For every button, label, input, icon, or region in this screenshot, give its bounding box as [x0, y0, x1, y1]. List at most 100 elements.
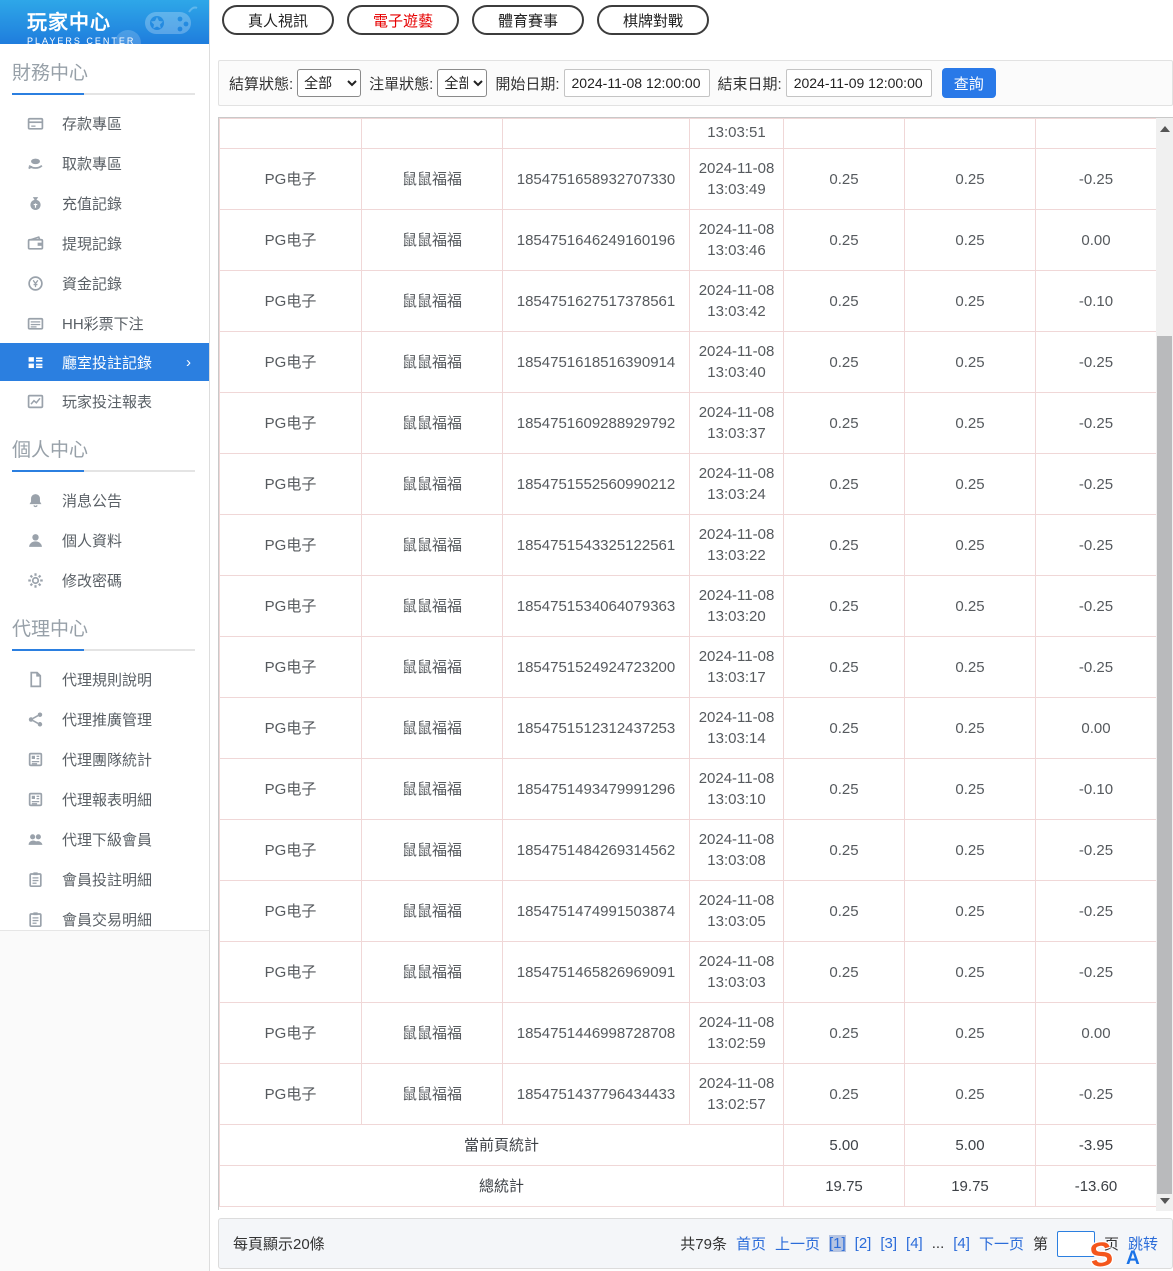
cell-game: 鼠鼠福福	[402, 171, 462, 188]
sidebar-item-label: 修改密碼	[62, 570, 122, 591]
tab-4[interactable]: 棋牌對戰	[597, 5, 709, 35]
share-icon	[26, 710, 44, 728]
sidebar-item[interactable]: 提現記錄	[0, 223, 209, 263]
next-page-link[interactable]: 下一页	[979, 1233, 1024, 1254]
sidebar-item[interactable]: 取款專區	[0, 143, 209, 183]
sidebar-item[interactable]: 充值記錄	[0, 183, 209, 223]
table-row: PG电子鼠鼠福福18547515525609902122024-11-0813:…	[220, 454, 1157, 515]
sidebar-item-label: 消息公告	[62, 490, 122, 511]
sidebar-item[interactable]: 代理下級會員	[0, 819, 209, 859]
cell-order-id: 1854751437796434433	[517, 1086, 676, 1103]
cell-datetime: 2024-11-0813:03:42	[699, 282, 775, 320]
order-status-select[interactable]: 全部	[437, 69, 487, 97]
cell-game: 鼠鼠福福	[402, 354, 462, 371]
cell-bet: 0.25	[829, 537, 858, 554]
sidebar-item[interactable]: 資金記錄	[0, 263, 209, 303]
cell-bet: 0.25	[829, 964, 858, 981]
tab-1[interactable]: 真人視訊	[222, 5, 334, 35]
cell-platform: PG电子	[265, 1086, 317, 1103]
table-row: PG电子鼠鼠福福18547514658269690912024-11-0813:…	[220, 942, 1157, 1003]
sidebar-item-label: 提現記錄	[62, 233, 122, 254]
settle-status-select[interactable]: 全部	[297, 69, 361, 97]
page-link-3[interactable]: [3]	[880, 1235, 897, 1252]
page-link-2[interactable]: [2]	[855, 1235, 872, 1252]
cell-bet: 0.25	[829, 1025, 858, 1042]
cell-valid-bet: 0.25	[955, 964, 984, 981]
tab-2[interactable]: 電子遊藝	[347, 5, 459, 35]
total-count-text: 共79条	[680, 1233, 727, 1254]
chevron-right-icon: ›	[186, 354, 191, 371]
withdraw-icon	[26, 154, 44, 172]
sidebar-item[interactable]: 玩家投注報表	[0, 381, 209, 421]
main-content: 真人視訊電子遊藝體育賽事棋牌對戰 結算狀態: 全部 注單狀態: 全部 開始日期:…	[210, 0, 1173, 1271]
cell-platform: PG电子	[265, 1025, 317, 1042]
sidebar-header: 玩家中心 PLAYERS CENTER	[0, 0, 209, 44]
chart-icon	[26, 392, 44, 410]
cell-platform: PG电子	[265, 476, 317, 493]
cell-order-id: 1854751512312437253	[517, 720, 676, 737]
table-row: PG电子鼠鼠福福18547514842693145622024-11-0813:…	[220, 820, 1157, 881]
vertical-scrollbar[interactable]	[1156, 118, 1173, 1211]
start-date-input[interactable]	[564, 69, 710, 97]
cell-order-id: 1854751646249160196	[517, 232, 676, 249]
sidebar-item[interactable]: 修改密碼	[0, 560, 209, 600]
records-table: 13:03:51PG电子鼠鼠福福18547516589327073302024-…	[219, 118, 1157, 1207]
last-page-link[interactable]: [4]	[953, 1235, 970, 1252]
cell-game: 鼠鼠福福	[402, 293, 462, 310]
cell-valid-bet: 0.25	[955, 781, 984, 798]
cell-order-id: 1854751609288929792	[517, 415, 676, 432]
prev-page-link[interactable]: 上一页	[775, 1233, 820, 1254]
cell-valid-bet: 0.25	[955, 842, 984, 859]
cell-game: 鼠鼠福福	[402, 598, 462, 615]
sidebar-item[interactable]: 代理規則說明	[0, 659, 209, 699]
sidebar-item-label: 充值記錄	[62, 193, 122, 214]
sidebar-item[interactable]: 會員投註明細	[0, 859, 209, 899]
sidebar-item[interactable]: 存款專區	[0, 103, 209, 143]
cell-game: 鼠鼠福福	[402, 415, 462, 432]
cell-datetime: 2024-11-0813:03:40	[699, 343, 775, 381]
end-date-input[interactable]	[786, 69, 932, 97]
cell-order-id: 1854751484269314562	[517, 842, 676, 859]
list-icon	[26, 314, 44, 332]
table-row: PG电子鼠鼠福福18547516185163909142024-11-0813:…	[220, 332, 1157, 393]
summary-label: 當前頁統計	[464, 1137, 539, 1154]
cell-platform: PG电子	[265, 354, 317, 371]
end-date-label: 結束日期:	[718, 73, 782, 94]
cell-winloss: -0.25	[1079, 1086, 1113, 1103]
scroll-up-icon[interactable]	[1156, 120, 1173, 137]
first-page-link[interactable]: 首页	[736, 1233, 766, 1254]
cell-order-id: 1854751658932707330	[517, 171, 676, 188]
sidebar-item[interactable]: 代理報表明細	[0, 779, 209, 819]
goto-page-input[interactable]	[1057, 1231, 1095, 1257]
cell-datetime: 2024-11-0813:03:24	[699, 465, 775, 503]
cell-datetime: 2024-11-0813:03:05	[699, 892, 775, 930]
sidebar-item-label: 廳室投註記錄	[62, 352, 152, 373]
cell-bet: 0.25	[829, 598, 858, 615]
sidebar-item[interactable]: 代理推廣管理	[0, 699, 209, 739]
goto-jump-link[interactable]: 跳转	[1128, 1233, 1158, 1254]
tab-3[interactable]: 體育賽事	[472, 5, 584, 35]
wallet-icon	[26, 234, 44, 252]
table-row: PG电子鼠鼠福福18547516275173785612024-11-0813:…	[220, 271, 1157, 332]
cell-winloss: -0.25	[1079, 842, 1113, 859]
cell-winloss: -0.25	[1079, 598, 1113, 615]
cell-time: 13:03:51	[707, 124, 765, 141]
table-row: PG电子鼠鼠福福18547515340640793632024-11-0813:…	[220, 576, 1157, 637]
search-button[interactable]: 查詢	[942, 68, 996, 98]
sidebar-item[interactable]: HH彩票下注	[0, 303, 209, 343]
table-row: PG电子鼠鼠福福18547515123124372532024-11-0813:…	[220, 698, 1157, 759]
cell-game: 鼠鼠福福	[402, 781, 462, 798]
sidebar-item-label: 代理推廣管理	[62, 709, 152, 730]
sidebar-item[interactable]: 廳室投註記錄 ›	[0, 343, 209, 381]
sidebar-item[interactable]: 代理團隊統計	[0, 739, 209, 779]
clipboard-icon	[26, 870, 44, 888]
scrollbar-thumb[interactable]	[1157, 336, 1172, 1194]
page-link-4[interactable]: [4]	[906, 1235, 923, 1252]
sidebar-item[interactable]: 個人資料	[0, 520, 209, 560]
scroll-down-icon[interactable]	[1156, 1192, 1173, 1209]
cell-datetime: 2024-11-0813:03:20	[699, 587, 775, 625]
sidebar: 玩家中心 PLAYERS CENTER 財務中心存款專區取款專區充	[0, 0, 210, 1271]
sidebar-item[interactable]: 消息公告	[0, 480, 209, 520]
cell-valid-bet: 0.25	[955, 537, 984, 554]
page-link-1[interactable]: [1]	[829, 1235, 846, 1252]
